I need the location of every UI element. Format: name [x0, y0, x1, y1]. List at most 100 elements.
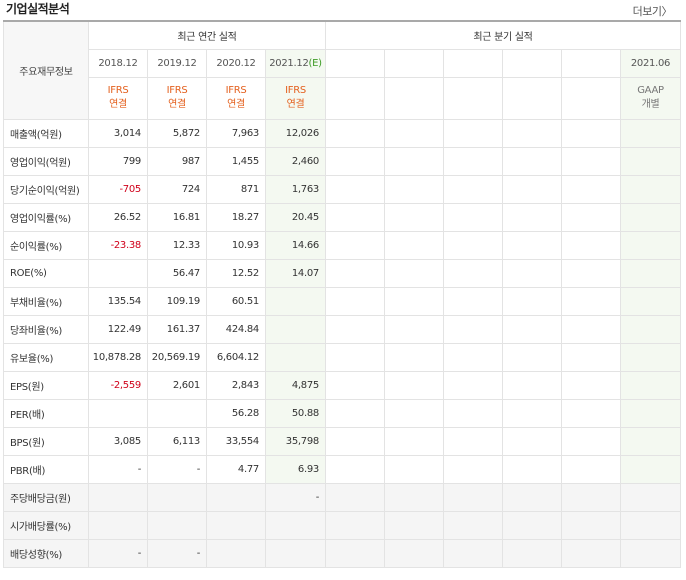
row-label: 순이익률(%) — [3, 230, 89, 260]
table-row: 유보율(%) 10,878.28 20,569.19 6,604.12 — [3, 342, 681, 372]
standard-type: 연결 — [286, 99, 305, 110]
annual-cell: 4.77 — [206, 454, 266, 484]
annual-cell: 424.84 — [206, 314, 266, 344]
annual-cell — [88, 258, 148, 288]
quarter-cell — [325, 202, 385, 232]
annual-cell — [265, 538, 326, 568]
quarter-cell — [561, 426, 621, 456]
annual-cell: 724 — [147, 174, 207, 204]
quarter-standard-5: GAAP 개별 — [620, 76, 681, 120]
quarter-period-0 — [325, 48, 385, 78]
annual-cell: 4,875 — [265, 370, 326, 400]
row-label: 주당배당금(원) — [3, 482, 89, 512]
quarter-standard-0 — [325, 76, 385, 120]
annual-cell: 5,872 — [147, 118, 207, 148]
quarter-cell — [620, 202, 681, 232]
quarter-standard-4 — [561, 76, 621, 120]
quarter-cell — [443, 342, 503, 372]
quarter-cell — [502, 482, 562, 512]
annual-cell: 1,763 — [265, 174, 326, 204]
quarter-cell — [502, 510, 562, 540]
quarter-cell — [620, 174, 681, 204]
row-label: PBR(배) — [3, 454, 89, 484]
annual-cell: 50.88 — [265, 398, 326, 428]
standard-type: 연결 — [168, 99, 186, 110]
annual-cell — [88, 482, 148, 512]
annual-cell: 56.28 — [206, 398, 266, 428]
annual-cell: 6,604.12 — [206, 342, 266, 372]
annual-cell: 2,460 — [265, 146, 326, 176]
annual-cell: 109.19 — [147, 286, 207, 316]
annual-cell: 12.33 — [147, 230, 207, 260]
standard-name: IFRS — [285, 85, 306, 96]
annual-cell: 35,798 — [265, 426, 326, 456]
quarter-header: 최근 분기 실적 — [325, 20, 681, 50]
annual-cell: 14.07 — [265, 258, 326, 288]
annual-cell: - — [265, 482, 326, 512]
annual-cell: 3,085 — [88, 426, 148, 456]
quarter-cell — [620, 370, 681, 400]
quarter-cell — [384, 202, 444, 232]
quarter-cell — [443, 118, 503, 148]
table-row: 주당배당금(원) - — [3, 482, 681, 512]
quarter-cell — [561, 202, 621, 232]
period-label: 2020.12 — [216, 57, 256, 69]
annual-cell: - — [147, 454, 207, 484]
quarter-cell — [325, 118, 385, 148]
quarter-cell — [620, 146, 681, 176]
quarter-cell — [325, 174, 385, 204]
quarter-cell — [443, 454, 503, 484]
annual-cell — [265, 342, 326, 372]
annual-header: 최근 연간 실적 — [88, 20, 326, 50]
quarter-period-2 — [443, 48, 503, 78]
quarter-cell — [384, 230, 444, 260]
quarter-cell — [384, 174, 444, 204]
row-label: 배당성향(%) — [3, 538, 89, 568]
quarter-cell — [561, 314, 621, 344]
row-label: 매출액(억원) — [3, 118, 89, 148]
row-label: 시가배당률(%) — [3, 510, 89, 540]
quarter-cell — [561, 230, 621, 260]
annual-standard-2: IFRS 연결 — [206, 76, 266, 120]
annual-cell — [265, 314, 326, 344]
annual-cell — [265, 510, 326, 540]
table-row: 순이익률(%) -23.38 12.33 10.93 14.66 — [3, 230, 681, 260]
row-label: 당기순이익(억원) — [3, 174, 89, 204]
annual-standard-3: IFRS 연결 — [265, 76, 326, 120]
quarter-cell — [502, 118, 562, 148]
quarter-cell — [325, 426, 385, 456]
quarter-cell — [620, 230, 681, 260]
quarter-cell — [561, 510, 621, 540]
financial-table: 주요재무정보 최근 연간 실적 최근 분기 실적 2018.12 2019.12 2… — [3, 20, 681, 568]
quarter-cell — [443, 202, 503, 232]
annual-cell: 135.54 — [88, 286, 148, 316]
quarter-cell — [561, 398, 621, 428]
quarter-cell — [502, 146, 562, 176]
quarter-cell — [443, 230, 503, 260]
quarter-cell — [561, 342, 621, 372]
section-title: 기업실적분석 — [6, 2, 70, 16]
quarter-cell — [443, 286, 503, 316]
annual-cell: 6,113 — [147, 426, 207, 456]
annual-cell — [88, 398, 148, 428]
financial-panel: { "panel": {"title": "기업실적분석", "more_lab… — [0, 0, 686, 580]
annual-cell: - — [147, 538, 207, 568]
table-row: PER(배) 56.28 50.88 — [3, 398, 681, 428]
quarter-cell — [325, 314, 385, 344]
period-label: 2019.12 — [157, 57, 197, 69]
table-row: 당기순이익(억원) -705 724 871 1,763 — [3, 174, 681, 204]
more-link[interactable]: 더보기〉 — [633, 3, 673, 19]
quarter-period-5: 2021.06 — [620, 48, 681, 78]
quarter-cell — [502, 202, 562, 232]
annual-period-2: 2020.12 — [206, 48, 266, 78]
quarter-cell — [384, 146, 444, 176]
quarter-cell — [384, 314, 444, 344]
annual-cell: 56.47 — [147, 258, 207, 288]
quarter-cell — [502, 230, 562, 260]
quarter-cell — [443, 174, 503, 204]
annual-cell: 799 — [88, 146, 148, 176]
quarter-standard-2 — [443, 76, 503, 120]
quarter-cell — [502, 398, 562, 428]
quarter-cell — [443, 146, 503, 176]
quarter-cell — [502, 258, 562, 288]
